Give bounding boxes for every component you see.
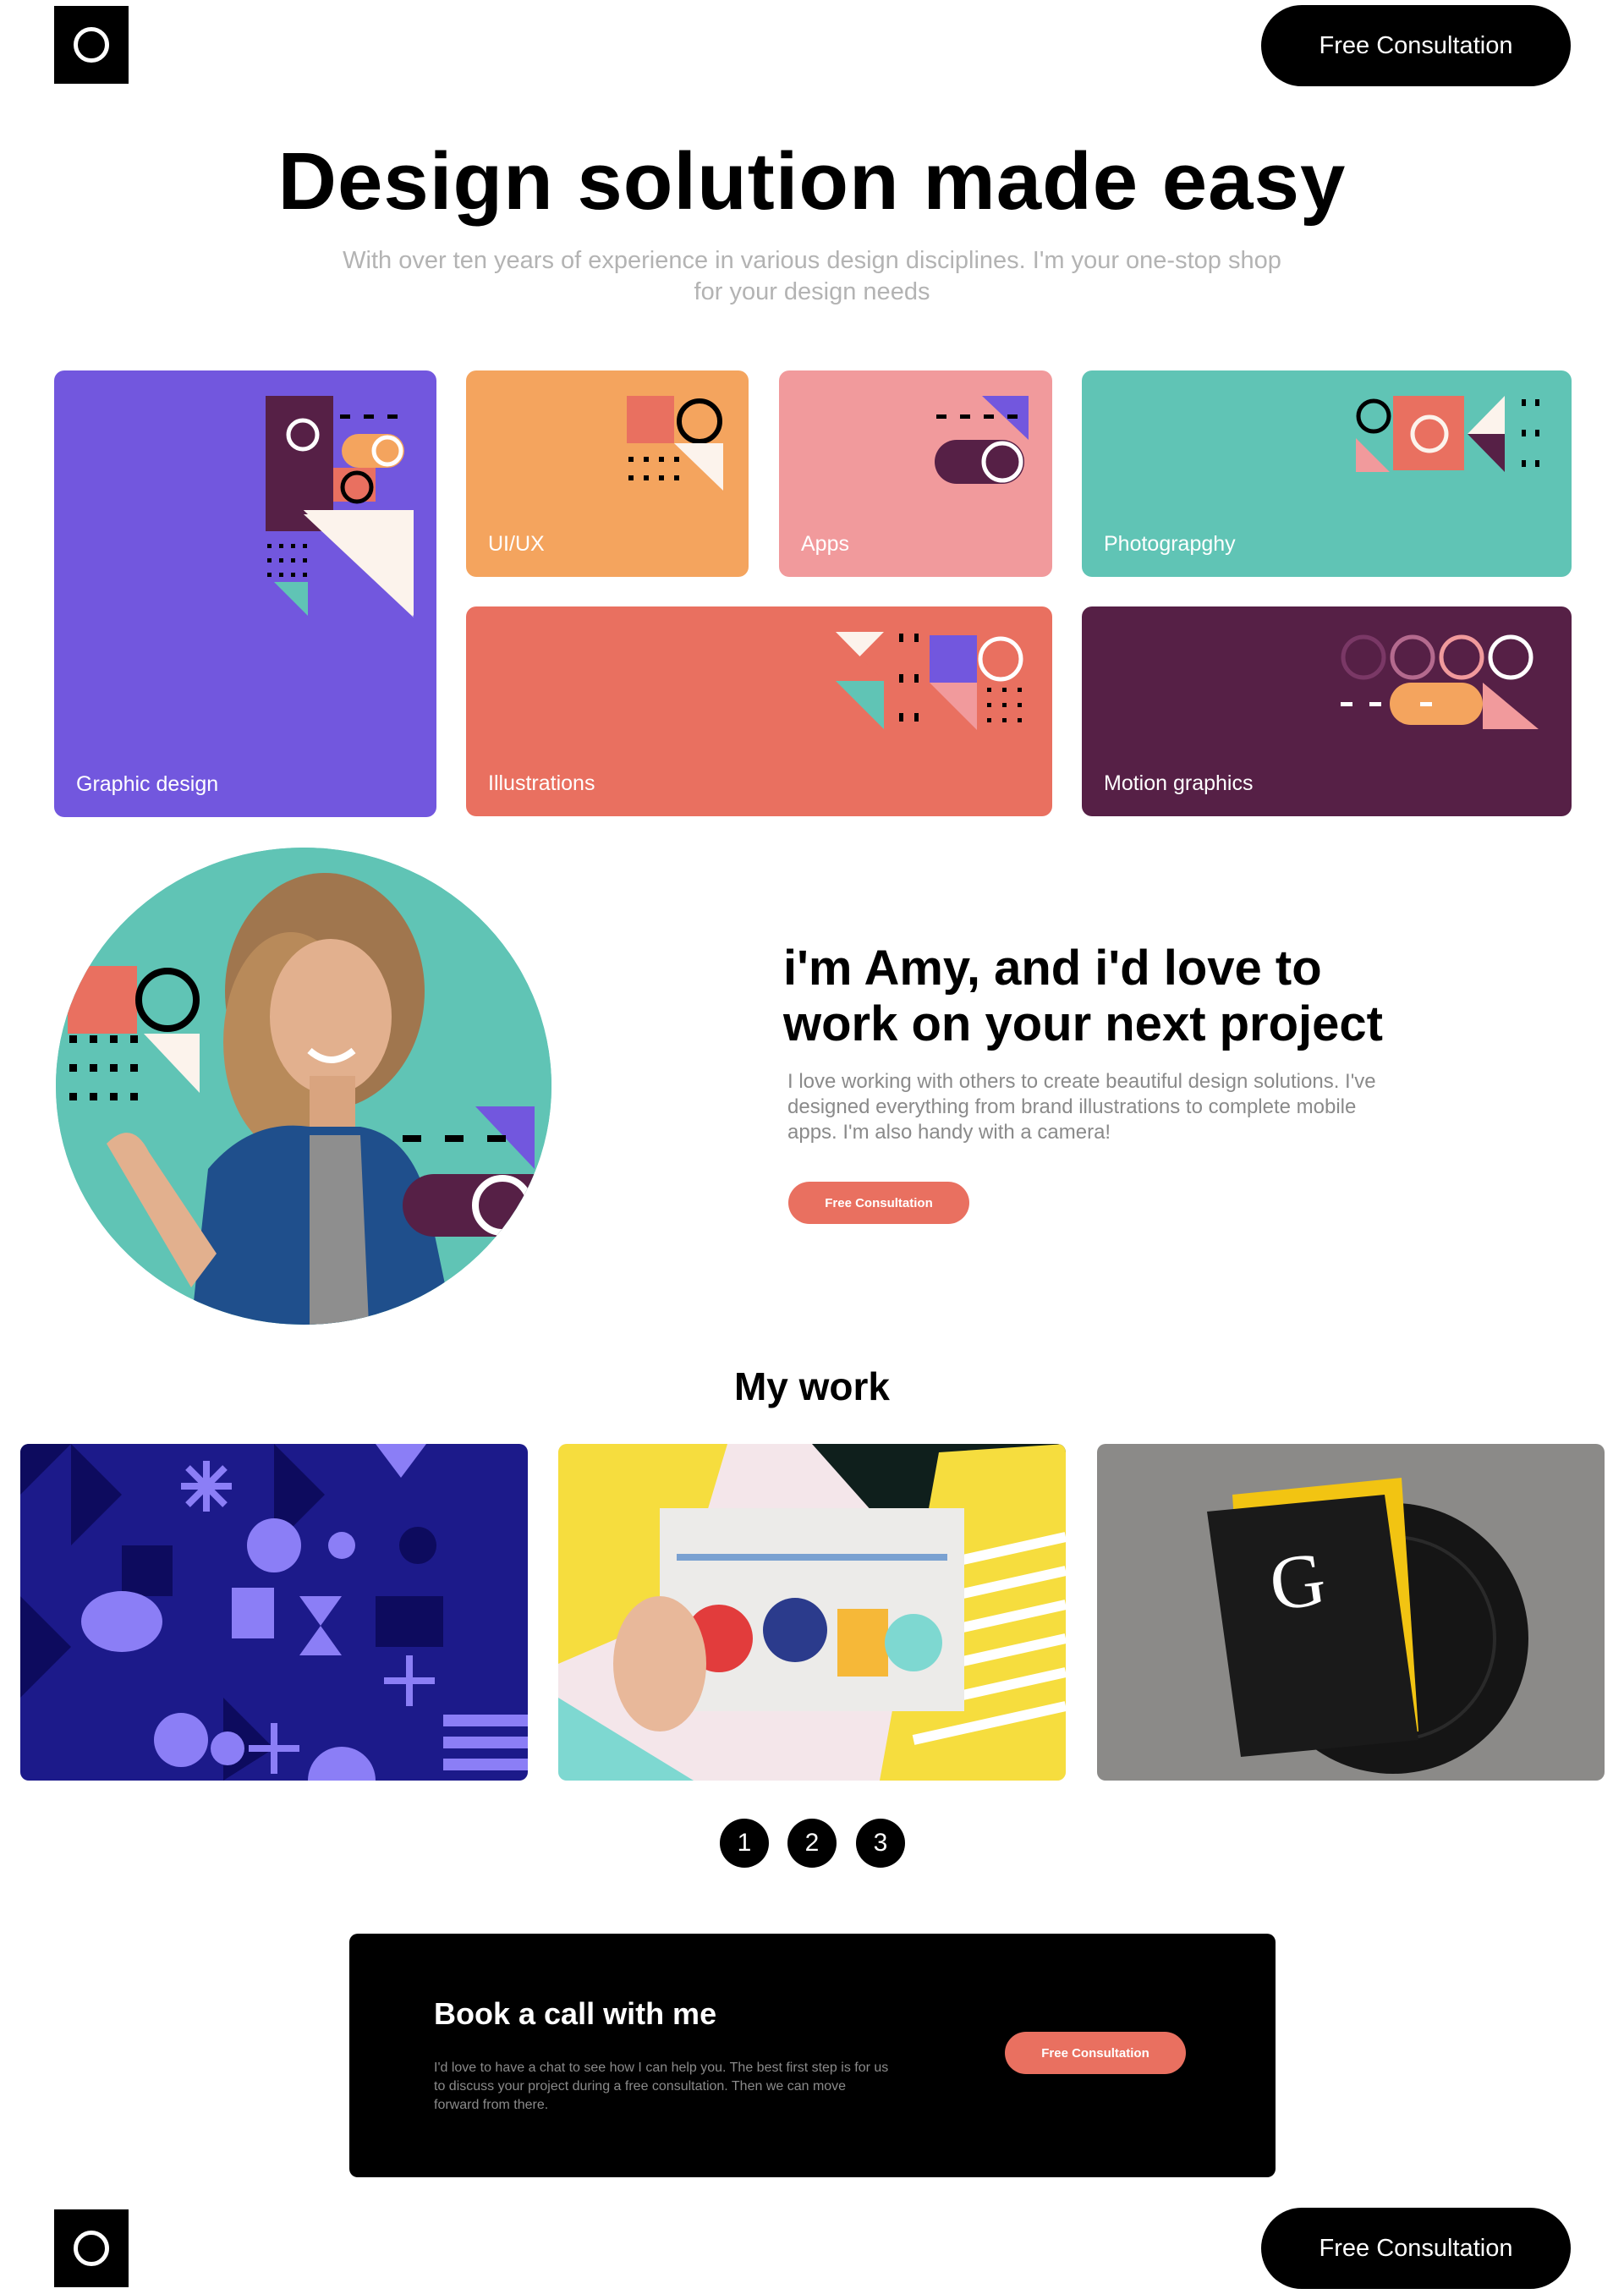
service-tile-apps[interactable]: Apps [779,370,1052,577]
hero-title: Design solution made easy [277,136,1347,227]
work-item-geometric-pattern[interactable] [20,1444,528,1781]
graphic-design-book-image: G [1097,1444,1605,1781]
book-call-text: I'd love to have a chat to see how I can… [434,2061,889,2112]
book-call-section: Book a call with me I'd love to have a c… [349,1934,1276,2177]
pager-button-2[interactable]: 2 [787,1819,837,1868]
about-title: i'm Amy, and i'd love to work on your ne… [783,941,1383,1051]
about-text: I love working with others to create bea… [787,1070,1376,1144]
tile-label-illustrations: Illustrations [488,771,595,795]
logo[interactable] [54,6,129,84]
footer-cta-button[interactable]: Free Consultation [1261,2208,1571,2289]
service-tile-photography[interactable]: Photograpghy [1082,370,1572,577]
newspaper-collage-image [558,1444,1066,1781]
graphic-design-illustration [266,396,414,617]
header-cta-button[interactable]: Free Consultation [1261,5,1571,86]
hero-subtitle: With over ten years of experience in var… [343,247,1281,305]
about-cta-button[interactable]: Free Consultation [788,1182,969,1224]
pager-button-1[interactable]: 1 [720,1819,769,1868]
work-item-graphic-design-book[interactable]: G [1097,1444,1605,1781]
portrait-illustration [56,848,551,1325]
book-call-title: Book a call with me [434,1996,717,2031]
amy-portrait-image [56,848,551,1325]
tile-label-graphic-design: Graphic design [76,772,219,796]
service-tile-motion-graphics[interactable]: Motion graphics [1082,606,1572,816]
svg-text:G: G [1265,1537,1330,1627]
tile-label-uiux: UI/UX [488,532,545,556]
tile-label-motion-graphics: Motion graphics [1104,771,1254,795]
service-tile-graphic-design[interactable]: Graphic design [54,370,436,817]
book-call-cta-button[interactable]: Free Consultation [1005,2032,1186,2074]
pager-button-3[interactable]: 3 [856,1819,905,1868]
geometric-pattern-image [20,1444,528,1781]
footer-logo[interactable] [54,2209,129,2287]
tile-label-photography: Photograpghy [1104,532,1236,556]
work-title: My work [733,1364,891,1408]
service-tile-uiux[interactable]: UI/UX [466,370,749,577]
service-tile-illustrations[interactable]: Illustrations [466,606,1052,816]
circle-logo-icon [74,27,109,63]
circle-logo-icon [74,2231,109,2266]
tile-label-apps: Apps [801,532,849,556]
work-item-newspaper-collage[interactable] [558,1444,1066,1781]
